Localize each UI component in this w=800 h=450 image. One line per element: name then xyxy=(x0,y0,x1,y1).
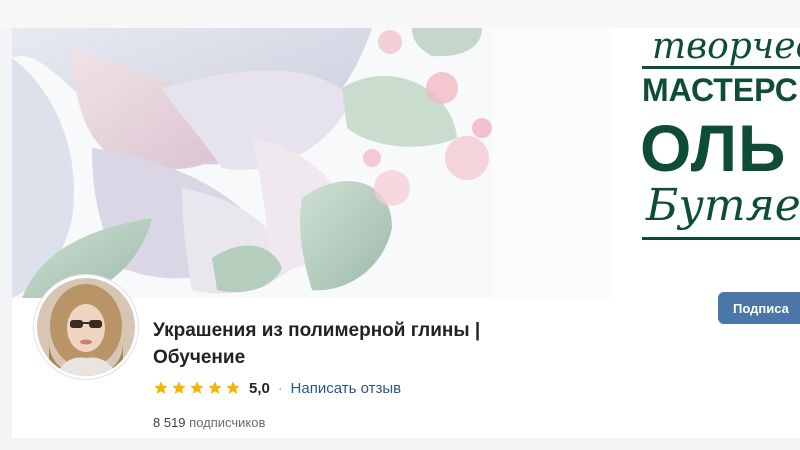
write-review-link[interactable]: Написать отзыв xyxy=(291,380,402,397)
cover-watercolor-art xyxy=(12,28,612,298)
community-title: Украшения из полимерной глины | Обучение xyxy=(153,320,481,368)
star-icon xyxy=(172,381,186,394)
star-icon xyxy=(154,381,168,394)
cover-line-1: творчес xyxy=(652,28,800,67)
star-icon xyxy=(190,381,204,394)
rating-stars xyxy=(153,380,241,396)
star-icon xyxy=(226,381,240,394)
subscribers-count[interactable]: 8 519 подписчиков xyxy=(153,415,265,430)
subscribe-button[interactable]: Подписа xyxy=(718,292,800,324)
rating-row: 5,0 · Написать отзыв xyxy=(153,378,401,398)
avatar-photo xyxy=(37,278,135,376)
cover-rule xyxy=(642,66,800,69)
cover-rule-bottom xyxy=(642,237,800,240)
rating-value: 5,0 xyxy=(249,379,270,397)
cover-line-3: ОЛЬ xyxy=(640,111,787,185)
top-strip xyxy=(0,0,800,28)
star-icon xyxy=(208,381,222,394)
cover-title-block: творчес МАСТЕРС ОЛЬ Бутяев xyxy=(638,28,800,298)
avatar[interactable] xyxy=(34,275,138,379)
cover-line-4: Бутяев xyxy=(646,180,800,231)
subscribers-label: подписчиков xyxy=(189,415,266,430)
cover-line-2: МАСТЕРС xyxy=(642,72,798,108)
community-card: творчес МАСТЕРС ОЛЬ Бутяев Украшения из … xyxy=(12,28,800,438)
separator-dot: · xyxy=(277,380,283,396)
cover-image: творчес МАСТЕРС ОЛЬ Бутяев xyxy=(12,28,800,298)
subscribers-number: 8 519 xyxy=(153,415,186,430)
